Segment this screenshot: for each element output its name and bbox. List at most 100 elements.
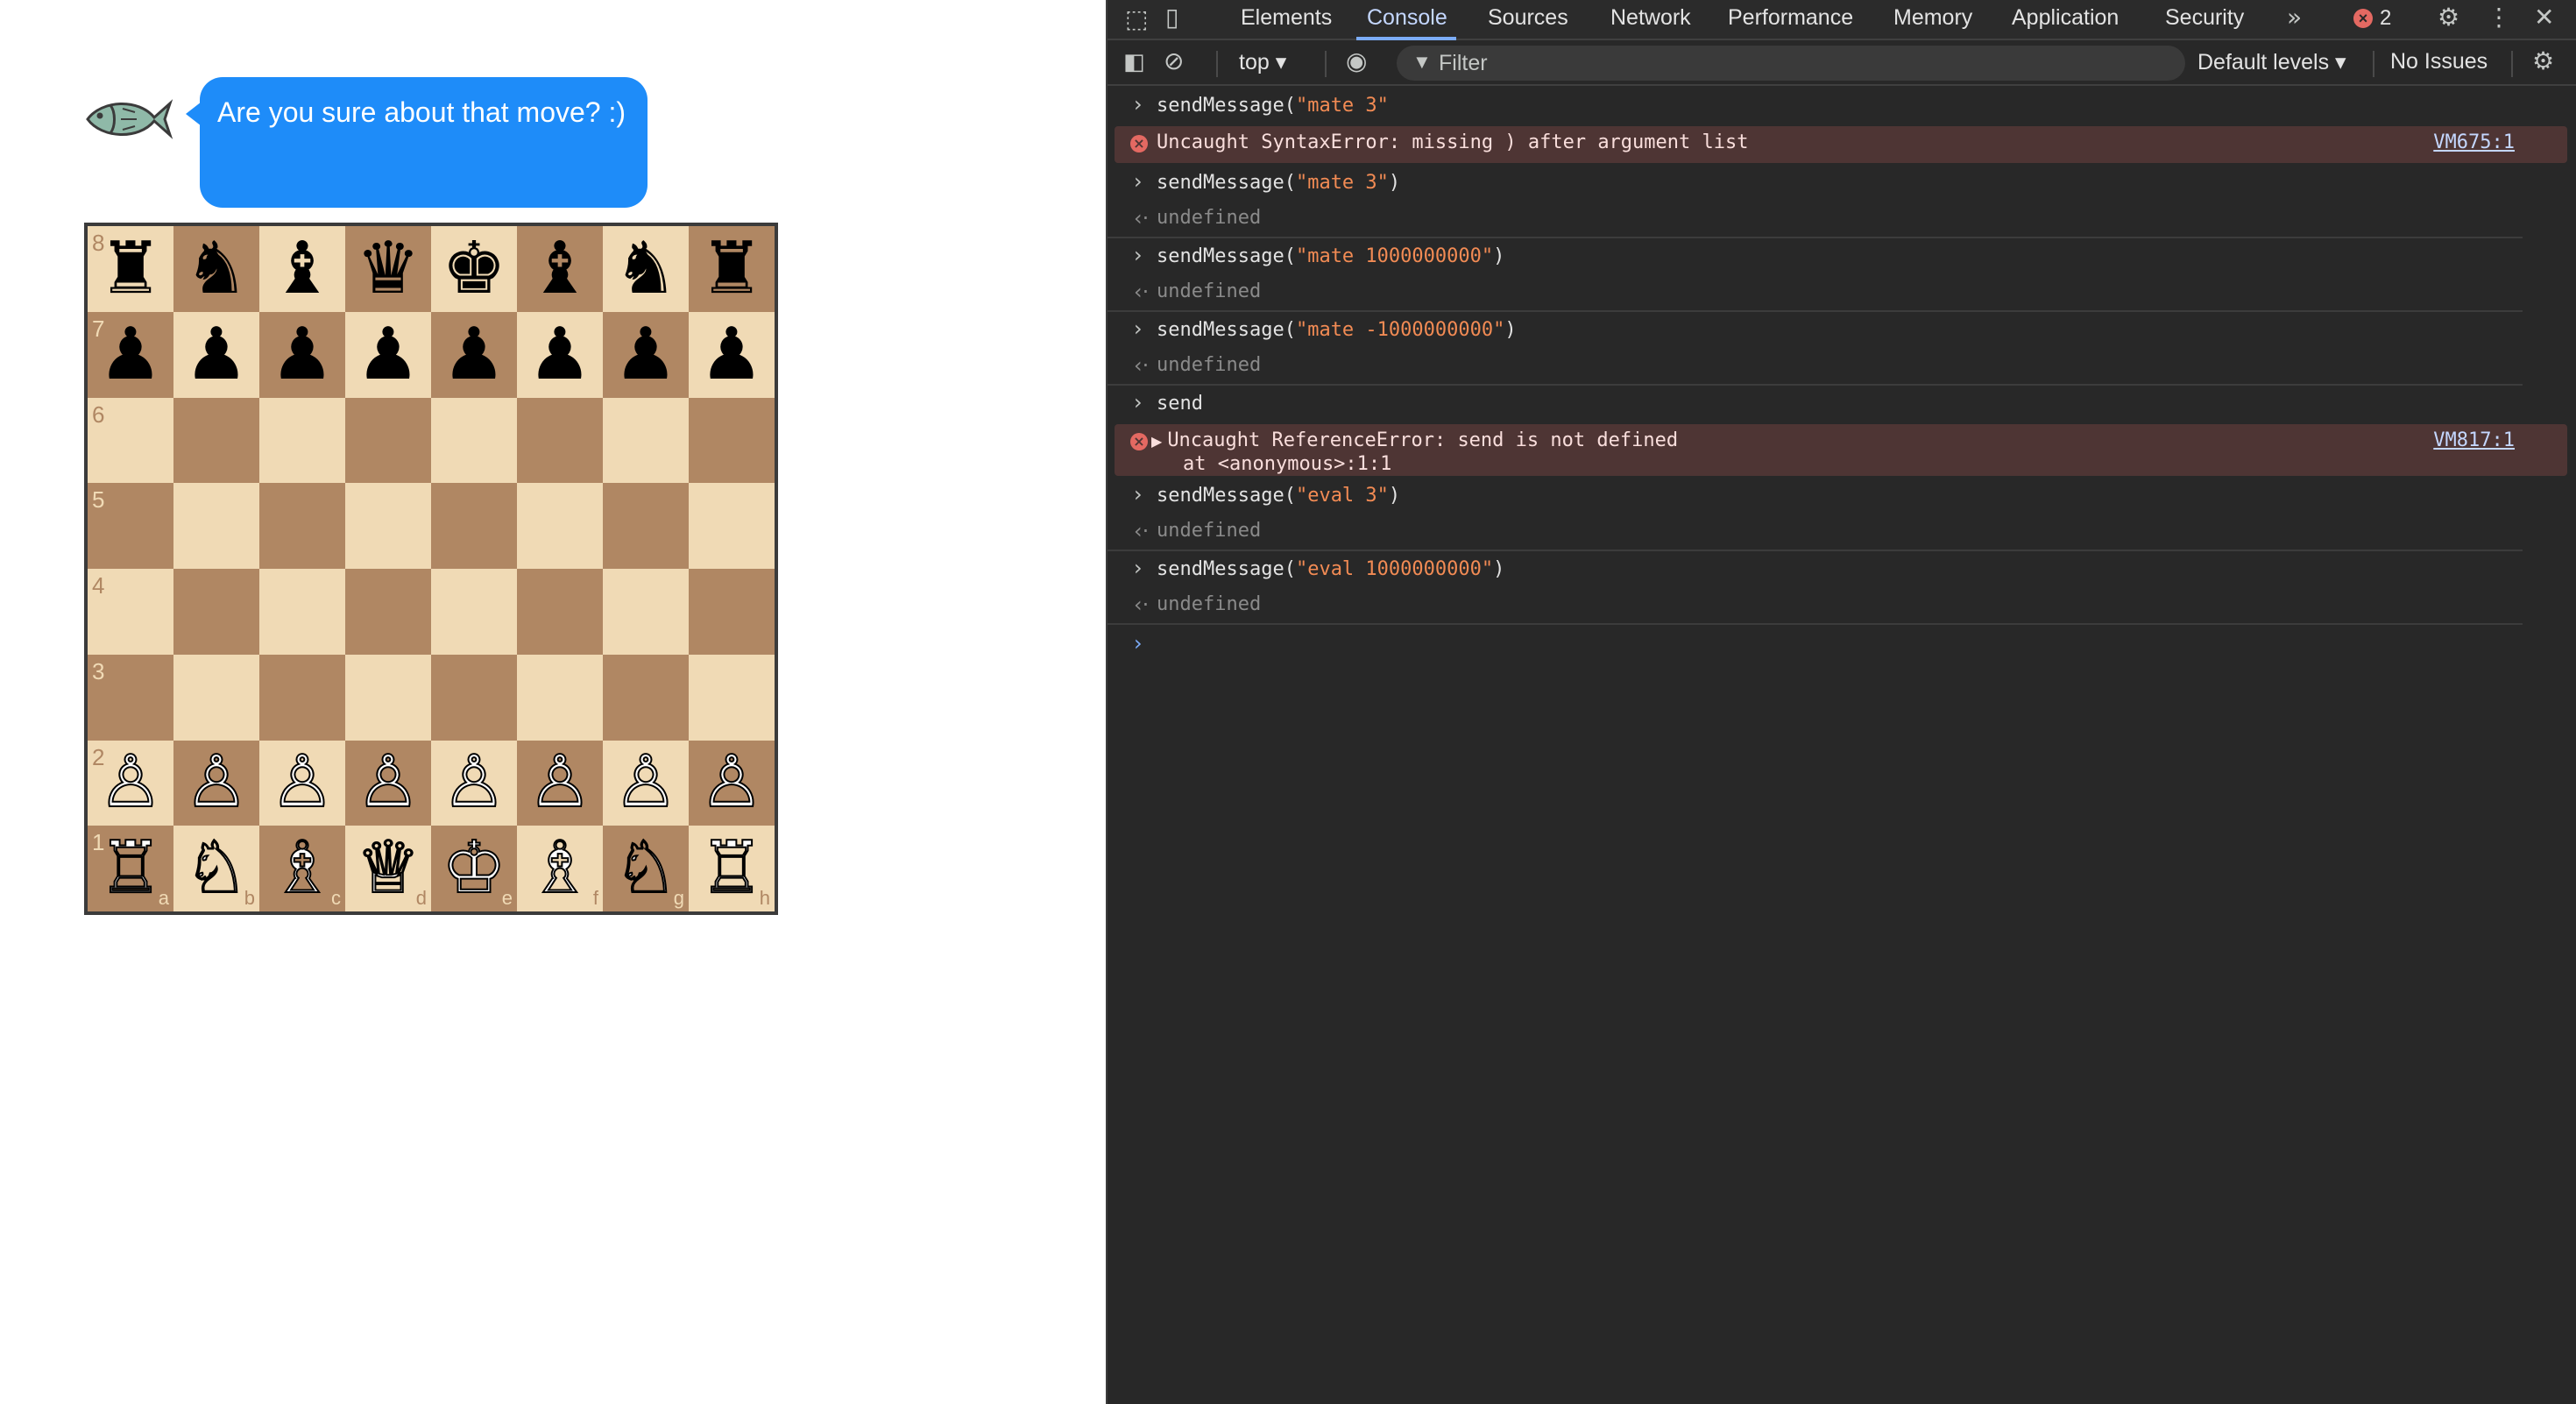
board-square-g7[interactable]: ♟ bbox=[603, 311, 689, 398]
board-square-e3[interactable] bbox=[431, 654, 517, 741]
board-square-c6[interactable] bbox=[259, 397, 345, 484]
board-square-g2[interactable]: ♙ bbox=[603, 740, 689, 826]
chess-piece[interactable]: ♟ bbox=[184, 318, 249, 391]
board-square-h7[interactable]: ♟ bbox=[689, 311, 775, 398]
chess-piece[interactable]: ♙ bbox=[355, 746, 421, 819]
inspect-element-icon[interactable]: ⬚ bbox=[1125, 7, 1148, 32]
clear-console-icon[interactable]: ⊘ bbox=[1164, 49, 1184, 74]
sidebar-toggle-icon[interactable]: ◧ bbox=[1123, 51, 1145, 74]
board-square-a5[interactable]: 5 bbox=[88, 483, 173, 569]
tab-sources[interactable]: Sources bbox=[1488, 5, 1568, 31]
board-square-d2[interactable]: ♙ bbox=[345, 740, 431, 826]
more-vertical-icon[interactable]: ⋮ bbox=[2487, 5, 2511, 30]
chess-piece[interactable]: ♜ bbox=[699, 232, 764, 305]
chess-piece[interactable]: ♗ bbox=[269, 832, 336, 905]
tab-console[interactable]: Console bbox=[1367, 5, 1447, 31]
board-square-d8[interactable]: ♛ bbox=[345, 226, 431, 312]
chess-piece[interactable]: ♚ bbox=[442, 232, 506, 305]
chess-piece[interactable]: ♟ bbox=[270, 318, 335, 391]
tab-memory[interactable]: Memory bbox=[1893, 5, 1972, 31]
log-levels-dropdown[interactable]: Default levels ▾ bbox=[2197, 49, 2346, 75]
chess-board[interactable]: 8 ♜ ♞ ♝ ♛ ♚ ♝ ♞ ♜ 7 ♟ ♟ ♟ ♟ ♟ ♟ ♟ ♟ 6 5 4 3 2 ♙ ♙ ♙ ♙ ♙ ♙ ♙ ♙ 1 a ♖ b ♘ c ♗ d ♕… bbox=[84, 223, 778, 915]
chess-piece[interactable]: ♙ bbox=[441, 746, 507, 819]
board-square-d6[interactable] bbox=[345, 397, 431, 484]
chess-piece[interactable]: ♙ bbox=[97, 746, 164, 819]
board-square-c3[interactable] bbox=[259, 654, 345, 741]
chess-piece[interactable]: ♟ bbox=[356, 318, 421, 391]
board-square-g1[interactable]: g ♘ bbox=[603, 826, 689, 911]
chess-piece[interactable]: ♝ bbox=[527, 232, 592, 305]
issues-button[interactable]: No Issues bbox=[2390, 49, 2488, 74]
double-chevron-right-icon[interactable]: » bbox=[2287, 5, 2302, 30]
board-square-a1[interactable]: 1 a ♖ bbox=[88, 826, 173, 911]
board-square-g5[interactable] bbox=[603, 483, 689, 569]
board-square-d1[interactable]: d ♕ bbox=[345, 826, 431, 911]
tab-elements[interactable]: Elements bbox=[1241, 5, 1332, 31]
expand-triangle-icon[interactable]: ▶ bbox=[1151, 433, 1162, 450]
chess-piece[interactable]: ♙ bbox=[527, 746, 593, 819]
board-square-h5[interactable] bbox=[689, 483, 775, 569]
board-square-f3[interactable] bbox=[517, 654, 603, 741]
chess-piece[interactable]: ♝ bbox=[270, 232, 335, 305]
context-selector[interactable]: top ▾ bbox=[1239, 49, 1286, 75]
board-square-d4[interactable] bbox=[345, 569, 431, 655]
chess-piece[interactable]: ♖ bbox=[698, 832, 765, 905]
board-square-d3[interactable] bbox=[345, 654, 431, 741]
board-square-h6[interactable] bbox=[689, 397, 775, 484]
board-square-b5[interactable] bbox=[173, 483, 259, 569]
chess-piece[interactable]: ♞ bbox=[613, 232, 678, 305]
chess-piece[interactable]: ♟ bbox=[98, 318, 163, 391]
board-square-e8[interactable]: ♚ bbox=[431, 226, 517, 312]
tab-security[interactable]: Security bbox=[2165, 5, 2244, 31]
board-square-f8[interactable]: ♝ bbox=[517, 226, 603, 312]
board-square-b2[interactable]: ♙ bbox=[173, 740, 259, 826]
board-square-b1[interactable]: b ♘ bbox=[173, 826, 259, 911]
board-square-d5[interactable] bbox=[345, 483, 431, 569]
board-square-b3[interactable] bbox=[173, 654, 259, 741]
board-square-f2[interactable]: ♙ bbox=[517, 740, 603, 826]
chess-piece[interactable]: ♘ bbox=[183, 832, 250, 905]
filter-input[interactable] bbox=[1439, 49, 2157, 77]
console-log[interactable]: › sendMessage("mate 3" × Uncaught SyntaxErr… bbox=[1108, 88, 2576, 662]
board-square-e2[interactable]: ♙ bbox=[431, 740, 517, 826]
board-square-e5[interactable] bbox=[431, 483, 517, 569]
board-square-c2[interactable]: ♙ bbox=[259, 740, 345, 826]
board-square-b7[interactable]: ♟ bbox=[173, 311, 259, 398]
console-settings-gear-icon[interactable]: ⚙ bbox=[2532, 49, 2554, 74]
chess-piece[interactable]: ♖ bbox=[97, 832, 164, 905]
board-square-g8[interactable]: ♞ bbox=[603, 226, 689, 312]
board-square-e4[interactable] bbox=[431, 569, 517, 655]
chess-piece[interactable]: ♕ bbox=[355, 832, 421, 905]
chess-piece[interactable]: ♙ bbox=[698, 746, 765, 819]
board-square-f7[interactable]: ♟ bbox=[517, 311, 603, 398]
chess-piece[interactable]: ♙ bbox=[183, 746, 250, 819]
board-square-b4[interactable] bbox=[173, 569, 259, 655]
source-link[interactable]: VM675:1 bbox=[2433, 131, 2515, 154]
board-square-f6[interactable] bbox=[517, 397, 603, 484]
board-square-g3[interactable] bbox=[603, 654, 689, 741]
board-square-g6[interactable] bbox=[603, 397, 689, 484]
board-square-f5[interactable] bbox=[517, 483, 603, 569]
error-count-badge[interactable]: × 2 bbox=[2353, 6, 2391, 31]
board-square-c4[interactable] bbox=[259, 569, 345, 655]
tab-network[interactable]: Network bbox=[1610, 5, 1691, 31]
tab-application[interactable]: Application bbox=[2012, 5, 2119, 31]
device-toolbar-icon[interactable]: ▯ bbox=[1165, 5, 1178, 30]
board-square-c8[interactable]: ♝ bbox=[259, 226, 345, 312]
chess-piece[interactable]: ♔ bbox=[441, 832, 507, 905]
board-square-f4[interactable] bbox=[517, 569, 603, 655]
chess-piece[interactable]: ♛ bbox=[356, 232, 421, 305]
chess-piece[interactable]: ♜ bbox=[98, 232, 163, 305]
board-square-h2[interactable]: ♙ bbox=[689, 740, 775, 826]
chess-piece[interactable]: ♙ bbox=[612, 746, 679, 819]
gear-icon[interactable]: ⚙ bbox=[2438, 5, 2459, 30]
tab-performance[interactable]: Performance bbox=[1728, 5, 1853, 31]
board-square-a6[interactable]: 6 bbox=[88, 397, 173, 484]
board-square-g4[interactable] bbox=[603, 569, 689, 655]
board-square-a3[interactable]: 3 bbox=[88, 654, 173, 741]
close-icon[interactable]: ✕ bbox=[2534, 5, 2554, 30]
chess-piece[interactable]: ♟ bbox=[527, 318, 592, 391]
board-square-h3[interactable] bbox=[689, 654, 775, 741]
board-square-h8[interactable]: ♜ bbox=[689, 226, 775, 312]
board-square-c5[interactable] bbox=[259, 483, 345, 569]
